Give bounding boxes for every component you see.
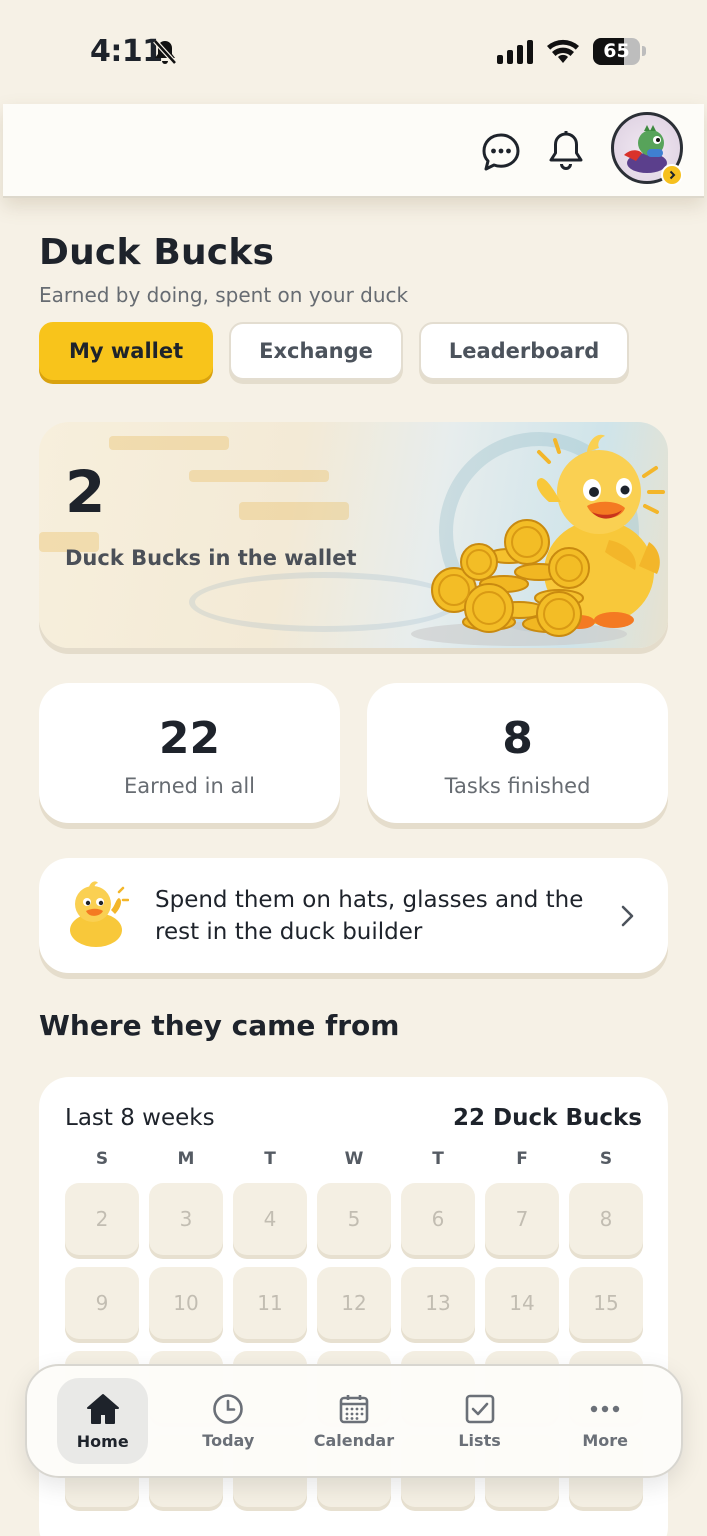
calendar-day[interactable]: 4: [233, 1183, 307, 1255]
calendar-day[interactable]: 7: [485, 1183, 559, 1255]
nav-more[interactable]: More: [542, 1378, 668, 1464]
tab-my-wallet[interactable]: My wallet: [39, 322, 214, 380]
nav-lists-label: Lists: [458, 1430, 501, 1450]
calendar-icon: [339, 1394, 369, 1423]
avatar-chevron-icon: [661, 164, 683, 186]
page-title: Duck Bucks: [39, 232, 275, 273]
nav-calendar-label: Calendar: [313, 1430, 395, 1450]
stat-earned-value: 22: [158, 713, 221, 764]
nav-home[interactable]: Home: [57, 1378, 149, 1464]
nav-lists[interactable]: Lists: [417, 1378, 543, 1464]
calendar-day[interactable]: 13: [401, 1267, 475, 1339]
wallet-amount: 2: [65, 458, 106, 526]
page-subtitle: Earned by doing, spent on your duck: [39, 283, 409, 307]
tab-leaderboard[interactable]: Leaderboard: [418, 322, 630, 380]
cell-signal-icon: [497, 40, 533, 64]
chevron-right-icon: [621, 905, 634, 927]
wifi-icon: [547, 39, 579, 63]
weekday-label: W: [344, 1149, 364, 1169]
weekday-label: T: [432, 1149, 444, 1169]
history-period: Last 8 weeks: [65, 1105, 215, 1131]
calendar-day[interactable]: 3: [149, 1183, 223, 1255]
battery-cap: [642, 46, 646, 56]
calendar-day[interactable]: 14: [485, 1267, 559, 1339]
home-icon: [86, 1393, 119, 1424]
calendar-day[interactable]: 12: [317, 1267, 391, 1339]
wallet-card: 2 Duck Bucks in the wallet: [39, 422, 668, 648]
battery-icon: 65: [593, 38, 640, 65]
calendar-day[interactable]: 15: [569, 1267, 643, 1339]
nav-calendar[interactable]: Calendar: [291, 1378, 417, 1464]
wallet-caption: Duck Bucks in the wallet: [65, 546, 357, 570]
calendar-day[interactable]: 5: [317, 1183, 391, 1255]
nav-today-label: Today: [202, 1430, 255, 1450]
bottom-nav: Home Today Calendar Lists More: [25, 1364, 683, 1478]
calendar-day[interactable]: 6: [401, 1183, 475, 1255]
tab-exchange[interactable]: Exchange: [229, 322, 403, 380]
history-total: 22 Duck Bucks: [453, 1105, 642, 1131]
section-title: Where they came from: [39, 1009, 400, 1042]
stat-tasks-value: 8: [502, 713, 533, 764]
nav-more-label: More: [582, 1430, 629, 1450]
bell-icon[interactable]: [547, 130, 585, 172]
weekday-label: S: [95, 1149, 109, 1169]
duck-with-coins-illustration: [411, 434, 665, 646]
more-dots-icon: [590, 1405, 620, 1412]
checkbox-icon: [465, 1394, 494, 1423]
clock-icon: [213, 1393, 244, 1424]
calendar-day[interactable]: 8: [569, 1183, 643, 1255]
bell-muted-icon: [153, 39, 177, 65]
calendar-day[interactable]: 9: [65, 1267, 139, 1339]
stat-card-tasks: 8 Tasks finished: [367, 683, 668, 823]
duck-builder-link[interactable]: Spend them on hats, glasses and the rest…: [39, 858, 668, 973]
stat-card-earned: 22 Earned in all: [39, 683, 340, 823]
weekday-label: M: [177, 1149, 195, 1169]
weekday-label: T: [264, 1149, 276, 1169]
nav-today[interactable]: Today: [165, 1378, 291, 1464]
duck-builder-text: Spend them on hats, glasses and the rest…: [155, 887, 584, 945]
status-bar: 4:11 65: [0, 0, 707, 100]
weekday-label: S: [599, 1149, 613, 1169]
weekday-label: F: [516, 1149, 528, 1169]
chat-icon[interactable]: [481, 132, 521, 172]
waving-duck-icon: [70, 881, 129, 947]
calendar-day[interactable]: 11: [233, 1267, 307, 1339]
stat-earned-label: Earned in all: [124, 774, 255, 798]
calendar-day[interactable]: 10: [149, 1267, 223, 1339]
tab-bar: My wallet Exchange Leaderboard: [39, 322, 630, 380]
battery-percent: 65: [603, 40, 630, 62]
nav-home-label: Home: [76, 1431, 129, 1451]
top-bar: [3, 104, 704, 198]
weekday-header: S M T W T F S: [65, 1149, 643, 1169]
calendar-day[interactable]: 2: [65, 1183, 139, 1255]
stat-tasks-label: Tasks finished: [444, 774, 591, 798]
